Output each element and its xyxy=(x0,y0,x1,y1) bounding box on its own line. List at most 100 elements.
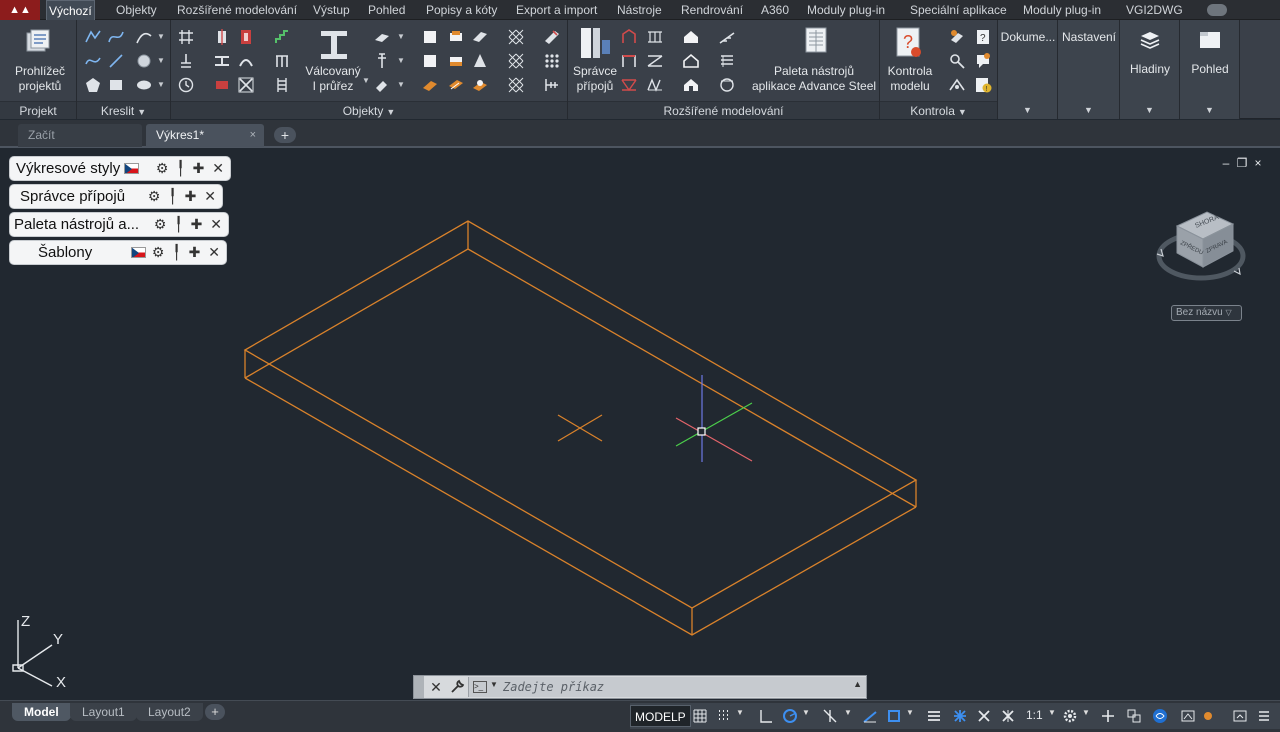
display-object-icon[interactable] xyxy=(948,76,966,94)
panel-nastaveni[interactable]: Nastavení ▼ xyxy=(1058,20,1120,119)
cage-ladder-icon[interactable] xyxy=(718,76,736,94)
tab-vgi2dwg[interactable]: VGI2DWG xyxy=(1124,0,1185,20)
orange-plate-3-icon[interactable] xyxy=(471,76,489,94)
plate-icon[interactable] xyxy=(373,28,391,46)
panel-title-objekty[interactable]: Objekty ▼ xyxy=(171,101,567,119)
house-icon[interactable] xyxy=(682,28,700,46)
add-layout-button[interactable]: + xyxy=(205,704,225,720)
pohled-dropdown-icon[interactable]: ▼ xyxy=(1205,105,1214,115)
object-snap-tracking-icon[interactable] xyxy=(862,708,878,724)
tab-vystup[interactable]: Výstup xyxy=(311,0,352,20)
truss-icon[interactable] xyxy=(646,28,664,46)
palette-connection-manager-tools[interactable]: ⚙ ╿ ✚ ✕ xyxy=(148,185,218,208)
spiral-stair-icon[interactable] xyxy=(718,52,736,70)
orange-plate-2-icon[interactable] xyxy=(447,76,465,94)
recent-commands-dropdown-icon[interactable]: ▼ xyxy=(490,680,498,689)
curved-beam-icon[interactable] xyxy=(237,52,255,70)
panel-title-kontrola[interactable]: Kontrola ▼ xyxy=(880,101,997,119)
minimize-viewport-icon[interactable]: – xyxy=(1218,156,1234,170)
palette-templates[interactable]: Šablony ⚙ ╿ ✚ ✕ xyxy=(9,240,227,265)
model-space-toggle[interactable]: MODELP xyxy=(630,705,691,727)
model-viewport[interactable]: Z Y X SHORA ZPŘEDU ZPRAVA – ❐ × Výkresové … xyxy=(0,150,1280,700)
project-explorer-button[interactable]: Prohlížeč projektů xyxy=(12,64,68,94)
polar-tracking-icon[interactable] xyxy=(782,708,798,724)
plate-red-icon[interactable] xyxy=(213,76,231,94)
beam-icon[interactable] xyxy=(213,52,231,70)
box-white-2-icon[interactable] xyxy=(421,52,439,70)
level-icon[interactable] xyxy=(177,52,195,70)
command-line-close-icon[interactable]: ✕ xyxy=(428,679,444,695)
connection-manager-button[interactable]: Správce přípojů xyxy=(570,64,620,94)
object-snap-icon[interactable] xyxy=(886,708,902,724)
tab-start[interactable]: Začít xyxy=(18,124,142,147)
plate-dropdown-icon[interactable]: ▼ xyxy=(397,32,405,41)
line-icon[interactable] xyxy=(107,52,125,70)
layout-tab-layout1[interactable]: Layout1 xyxy=(70,703,137,721)
command-input[interactable] xyxy=(503,679,843,695)
clock-icon[interactable] xyxy=(177,76,195,94)
close-viewport-icon[interactable]: × xyxy=(1250,156,1266,170)
tab-rozsirene-modelovani[interactable]: Rozšířené modelování xyxy=(175,0,299,20)
grating-icon[interactable] xyxy=(507,28,525,46)
add-plus-icon[interactable] xyxy=(1100,708,1116,724)
customization-icon[interactable] xyxy=(1232,708,1248,724)
polar-dropdown-icon[interactable]: ▼ xyxy=(802,708,812,724)
isometric-drafting-icon[interactable] xyxy=(822,708,838,724)
box-orange-icon[interactable] xyxy=(447,28,465,46)
rolled-i-section-icon[interactable] xyxy=(317,28,351,62)
weld-icon[interactable] xyxy=(373,76,391,94)
nastaveni-dropdown-icon[interactable]: ▼ xyxy=(1084,105,1093,115)
railing-icon[interactable] xyxy=(273,52,291,70)
status-menu-icon[interactable] xyxy=(1256,708,1272,724)
bolt-icon[interactable] xyxy=(373,52,391,70)
grating-2-icon[interactable] xyxy=(507,52,525,70)
ladder-icon[interactable] xyxy=(273,76,291,94)
orange-plate-icon[interactable] xyxy=(421,76,439,94)
warning-icon[interactable]: ! xyxy=(974,76,992,94)
tab-drawing[interactable]: Výkres1* × xyxy=(146,124,264,147)
column-icon[interactable] xyxy=(213,28,231,46)
rolled-i-section-button[interactable]: Válcovaný I průřez xyxy=(301,64,365,94)
ellipse-dropdown-icon[interactable]: ▼ xyxy=(157,80,165,89)
palette-drawing-styles[interactable]: Výkresové styly ⚙ ╿ ✚ ✕ xyxy=(9,156,231,181)
panel-pohled[interactable]: Pohled ▼ xyxy=(1180,20,1240,119)
panel-hladiny[interactable]: Hladiny ▼ xyxy=(1120,20,1180,119)
ellipse-icon[interactable] xyxy=(135,76,153,94)
anchor-icon[interactable] xyxy=(543,76,561,94)
lineweight-icon[interactable] xyxy=(926,708,942,724)
polygon-icon[interactable] xyxy=(84,76,102,94)
palette-connection-manager[interactable]: Správce přípojů ⚙ ╿ ✚ ✕ xyxy=(9,184,223,209)
annotation-visibility-icon[interactable] xyxy=(952,708,968,724)
isodraft-dropdown-icon[interactable]: ▼ xyxy=(844,708,854,724)
tab-moduly-plug-in[interactable]: Moduly plug-in xyxy=(805,0,887,20)
tab-a360[interactable]: A360 xyxy=(759,0,791,20)
panel-dokumentace[interactable]: Dokume... ▼ xyxy=(998,20,1058,119)
box-orange-2-icon[interactable] xyxy=(447,52,465,70)
ribbon-display-toggle-button[interactable] xyxy=(1207,4,1227,16)
isolate-objects-icon[interactable] xyxy=(1126,708,1142,724)
shear-plate-icon[interactable] xyxy=(471,28,489,46)
object-snap-dropdown-icon[interactable]: ▼ xyxy=(906,708,916,724)
rectangle-icon[interactable] xyxy=(107,76,125,94)
rolled-section-dropdown-icon[interactable]: ▼ xyxy=(362,76,370,85)
annotation-scale-icon[interactable] xyxy=(1000,708,1016,724)
palette-tool-palette-tools[interactable]: ⚙ ╿ ✚ ✕ xyxy=(154,213,224,236)
viewcube[interactable]: SHORA ZPŘEDU ZPRAVA xyxy=(1156,211,1246,281)
ortho-mode-icon[interactable] xyxy=(758,708,774,724)
tab-popisy-a-koty[interactable]: Popisy a kóty xyxy=(424,0,499,20)
bracing-icon[interactable] xyxy=(237,76,255,94)
auto-scale-icon[interactable] xyxy=(976,708,992,724)
bolt-pattern-icon[interactable] xyxy=(543,52,561,70)
grid-icon[interactable] xyxy=(177,28,195,46)
bracing-2-icon[interactable] xyxy=(646,52,664,70)
workspace-gear-icon[interactable] xyxy=(1062,708,1078,724)
circle-dropdown-icon[interactable]: ▼ xyxy=(157,56,165,65)
box-white-icon[interactable] xyxy=(421,28,439,46)
palette-templates-tool-icons[interactable]: ⚙ ╿ ✚ ✕ xyxy=(152,244,222,260)
polyline-icon[interactable] xyxy=(84,28,102,46)
workspace-dropdown-icon[interactable]: ▼ xyxy=(1082,708,1092,724)
palette-tool-palette[interactable]: Paleta nástrojů a... ⚙ ╿ ✚ ✕ xyxy=(9,212,229,237)
portal-icon[interactable] xyxy=(620,52,638,70)
tab-vychozi[interactable]: Výchozí xyxy=(46,0,95,20)
scale-dropdown-icon[interactable]: ▼ xyxy=(1048,708,1058,724)
